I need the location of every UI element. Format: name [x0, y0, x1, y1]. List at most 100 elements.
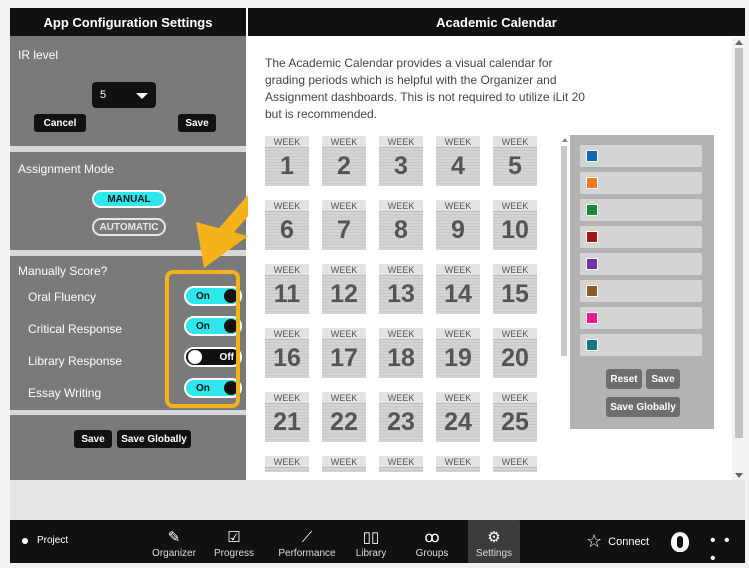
week-tile[interactable]: WEEK 1	[265, 136, 309, 186]
gear-icon: ⚙	[487, 529, 501, 546]
calendar-scrollbar[interactable]	[561, 138, 569, 478]
week-tile[interactable]: WEEK 8	[379, 200, 423, 250]
project-item[interactable]: Project	[22, 535, 68, 546]
palette-save-globally-button[interactable]: Save Globally	[606, 397, 680, 417]
week-tile[interactable]: WEEK 15	[493, 264, 537, 314]
week-tile[interactable]: WEEK	[436, 456, 480, 472]
mode-automatic-button[interactable]: AUTOMATIC	[92, 218, 166, 236]
color-swatch[interactable]	[586, 312, 598, 324]
color-swatch-row[interactable]	[580, 334, 702, 356]
week-number: 25	[501, 408, 529, 436]
color-swatch-row[interactable]	[580, 199, 702, 221]
week-tile[interactable]: WEEK	[265, 456, 309, 472]
nav-performance[interactable]: ⟋ Performance	[276, 520, 338, 563]
connect-label: Connect	[608, 535, 650, 548]
color-swatch[interactable]	[586, 231, 598, 243]
color-swatch-row[interactable]	[580, 172, 702, 194]
week-tile[interactable]: WEEK 4	[436, 136, 480, 186]
palette-save-button[interactable]: Save	[646, 369, 680, 389]
week-number: 4	[451, 152, 465, 180]
week-tile[interactable]: WEEK 3	[379, 136, 423, 186]
week-label: WEEK	[322, 328, 366, 340]
week-tile[interactable]: WEEK 20	[493, 328, 537, 378]
scroll-thumb[interactable]	[735, 48, 743, 438]
save-settings-button[interactable]: Save	[74, 430, 112, 448]
week-tile[interactable]: WEEK 19	[436, 328, 480, 378]
color-swatch-row[interactable]	[580, 307, 702, 329]
chevron-down-icon	[136, 93, 148, 99]
week-tile[interactable]: WEEK	[322, 456, 366, 472]
checkbox-icon: ☑	[227, 529, 241, 546]
save-globally-button[interactable]: Save Globally	[117, 430, 191, 448]
color-swatch[interactable]	[586, 285, 598, 297]
ir-level-select[interactable]: 5	[92, 82, 156, 108]
week-number: 22	[330, 408, 358, 436]
color-swatch[interactable]	[586, 258, 598, 270]
user-info-icon[interactable]	[671, 532, 689, 552]
week-tile[interactable]: WEEK 24	[436, 392, 480, 442]
week-tile[interactable]: WEEK 11	[265, 264, 309, 314]
critical-response-label: Critical Response	[28, 322, 123, 336]
week-number: 14	[444, 280, 472, 308]
week-tile[interactable]: WEEK	[379, 456, 423, 472]
assignment-mode-label: Assignment Mode	[18, 162, 115, 176]
connect-button[interactable]: ☆ Connect	[586, 531, 649, 552]
week-tile[interactable]: WEEK 5	[493, 136, 537, 186]
week-number: 11	[273, 280, 301, 308]
week-tile[interactable]: WEEK 10	[493, 200, 537, 250]
status-dot-icon	[22, 537, 28, 544]
week-number: 20	[501, 344, 529, 372]
color-swatch-row[interactable]	[580, 226, 702, 248]
week-tile[interactable]: WEEK 25	[493, 392, 537, 442]
scroll-thumb[interactable]	[561, 146, 567, 356]
nav-label: Performance	[278, 548, 336, 559]
star-icon: ☆	[586, 531, 603, 551]
week-tile[interactable]: WEEK 6	[265, 200, 309, 250]
week-tile[interactable]: WEEK 18	[379, 328, 423, 378]
week-tile[interactable]: WEEK 21	[265, 392, 309, 442]
ir-level-label: IR level	[18, 48, 59, 62]
color-swatch[interactable]	[586, 150, 598, 162]
week-tile[interactable]: WEEK 23	[379, 392, 423, 442]
week-tile[interactable]: WEEK 17	[322, 328, 366, 378]
week-tile[interactable]: WEEK 2	[322, 136, 366, 186]
page-scrollbar[interactable]	[732, 38, 745, 480]
library-response-label: Library Response	[28, 354, 123, 368]
week-tile[interactable]: WEEK 7	[322, 200, 366, 250]
oral-fluency-label: Oral Fluency	[28, 290, 97, 304]
week-tile[interactable]: WEEK 9	[436, 200, 480, 250]
week-tile[interactable]: WEEK 14	[436, 264, 480, 314]
reset-button[interactable]: Reset	[606, 369, 642, 389]
nav-organizer[interactable]: ✎ Organizer	[148, 520, 200, 563]
week-tile[interactable]: WEEK 13	[379, 264, 423, 314]
week-tile[interactable]: WEEK 12	[322, 264, 366, 314]
week-label: WEEK	[379, 456, 423, 468]
week-tile[interactable]: WEEK 16	[265, 328, 309, 378]
calendar-description: The Academic Calendar provides a visual …	[265, 56, 585, 121]
scroll-up-icon[interactable]	[735, 40, 743, 45]
cancel-button[interactable]: Cancel	[34, 114, 86, 132]
save-ir-button[interactable]: Save	[178, 114, 216, 132]
nav-groups[interactable]: ꝏ Groups	[408, 520, 456, 563]
week-number: 10	[501, 216, 529, 244]
week-tile[interactable]: WEEK	[493, 456, 537, 472]
color-swatch[interactable]	[586, 177, 598, 189]
mode-manual-button[interactable]: MANUAL	[92, 190, 166, 208]
color-swatch-row[interactable]	[580, 280, 702, 302]
week-number: 15	[501, 280, 529, 308]
color-swatch-row[interactable]	[580, 145, 702, 167]
week-label: WEEK	[493, 264, 537, 276]
scroll-down-icon[interactable]	[735, 473, 743, 478]
week-number: 8	[394, 216, 408, 244]
week-number: 19	[444, 344, 472, 372]
scroll-up-icon[interactable]	[562, 138, 568, 142]
week-tile[interactable]: WEEK 22	[322, 392, 366, 442]
week-label: WEEK	[265, 392, 309, 404]
nav-library[interactable]: ▯▯ Library	[348, 520, 394, 563]
nav-settings[interactable]: ⚙ Settings	[468, 520, 520, 563]
color-swatch[interactable]	[586, 339, 598, 351]
color-swatch-row[interactable]	[580, 253, 702, 275]
color-swatch[interactable]	[586, 204, 598, 216]
week-label: WEEK	[322, 136, 366, 148]
nav-progress[interactable]: ☑ Progress	[206, 520, 262, 563]
